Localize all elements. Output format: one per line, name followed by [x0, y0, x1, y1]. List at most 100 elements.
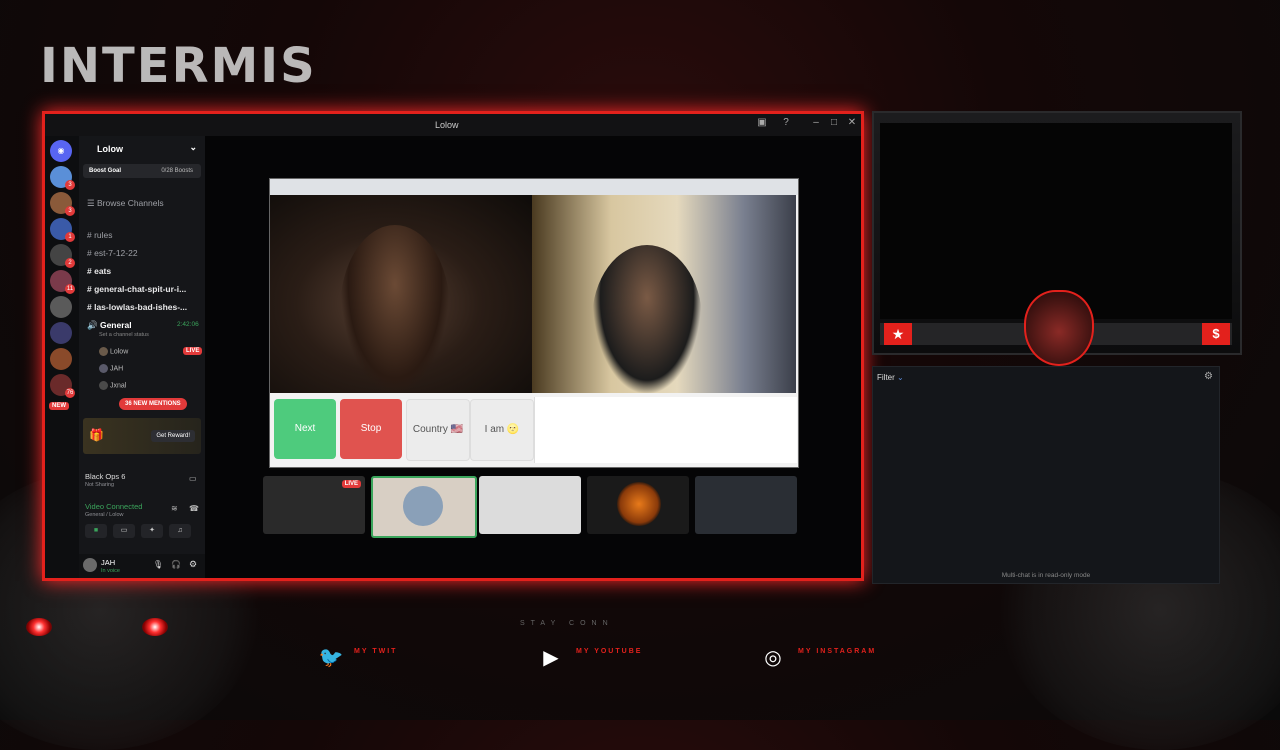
stay-connected-text: STAY CONN — [520, 620, 614, 627]
screen-share-button[interactable]: ▭ — [113, 524, 135, 538]
gift-icon: 🎁 — [89, 428, 104, 442]
server-header[interactable]: Lolow ⌄ — [79, 136, 205, 160]
channel-label: las-lowlas-bad-ishes-... — [94, 302, 188, 312]
star-icon: ★ — [884, 323, 912, 345]
close-icon[interactable]: ✕ — [845, 117, 859, 131]
voice-channel[interactable]: 🔊 General — [87, 320, 132, 331]
soundboard-button[interactable]: ♫ — [169, 524, 191, 538]
filter-dropdown[interactable]: Filter ⌄ — [877, 373, 904, 382]
gear-icon[interactable]: ⚙ — [1204, 371, 1213, 382]
stream-thumbnail[interactable] — [695, 476, 797, 534]
avatar — [403, 486, 443, 526]
server-icon[interactable] — [50, 296, 72, 318]
channel-item[interactable]: # las-lowlas-bad-ishes-... — [87, 302, 187, 312]
channel-label: rules — [94, 230, 113, 240]
social-label: MY TWIT — [354, 648, 398, 655]
person-silhouette — [340, 225, 450, 393]
channel-status-hint[interactable]: Set a channel status — [99, 332, 149, 338]
discord-home-icon[interactable]: ◉ — [50, 140, 72, 162]
boost-goal-bar[interactable]: Boost Goal 0/28 Boosts — [83, 164, 201, 178]
screen-share-icon[interactable]: ▭ — [189, 474, 197, 483]
channel-item[interactable]: # general-chat-spit-ur-i... — [87, 284, 186, 294]
server-icon[interactable]: 3 — [50, 192, 75, 216]
new-mentions-pill[interactable]: 36 NEW MENTIONS — [119, 398, 187, 410]
channel-sidebar: Lolow ⌄ Boost Goal 0/28 Boosts ☰ Browse … — [79, 136, 205, 578]
inbox-icon[interactable]: ▣ — [755, 117, 769, 131]
chevron-down-icon: ⌄ — [897, 373, 904, 382]
voice-user[interactable]: Jxnal — [99, 381, 126, 390]
headset-icon[interactable]: 🎧 — [171, 560, 181, 569]
channel-item[interactable]: # eats — [87, 266, 111, 276]
social-label: MY YOUTUBE — [576, 648, 643, 655]
connection-status: Video Connected — [85, 502, 143, 511]
gender-button[interactable]: I am 🌝 — [470, 399, 534, 461]
server-name: Lolow — [97, 144, 123, 154]
window-title: Lolow — [435, 120, 459, 130]
chevron-down-icon[interactable]: ⌄ — [189, 142, 197, 153]
get-reward-button[interactable]: Get Reward! — [151, 430, 195, 442]
video-feed-left — [270, 195, 532, 393]
window-titlebar: Lolow ▣ ? – □ ✕ — [45, 114, 861, 136]
speaker-icon: 🔊 — [87, 320, 100, 330]
activity-sub: Not Sharing — [85, 482, 115, 488]
voice-user-name: JAH — [109, 365, 124, 373]
avatar — [99, 364, 108, 373]
channel-item[interactable]: # rules — [87, 230, 113, 240]
stream-thumbnail[interactable]: LIVE — [263, 476, 365, 534]
browse-channels[interactable]: ☰ Browse Channels — [87, 198, 164, 209]
wolf-eye-right — [142, 618, 168, 636]
stop-button[interactable]: Stop — [340, 399, 402, 459]
country-button[interactable]: Country 🇺🇸 — [406, 399, 470, 461]
wolf-eye-left — [26, 618, 52, 636]
channel-label: eats — [94, 266, 112, 276]
channel-item[interactable]: # est-7-12-22 — [87, 248, 138, 258]
server-icon[interactable] — [50, 322, 72, 344]
server-icon[interactable] — [50, 348, 72, 370]
voice-user[interactable]: Lolow — [99, 347, 128, 356]
microphone-icon[interactable]: 🎙 — [153, 560, 163, 569]
reward-banner: 🎁 Get Reward! — [83, 418, 201, 454]
user-status: In voice — [101, 568, 120, 574]
overlay-title: INTERMIS — [40, 38, 317, 94]
voice-user-name: Jxnal — [109, 382, 127, 390]
stream-view: Next Stop Country 🇺🇸 I am 🌝 LIVE — [205, 136, 861, 578]
stream-thumbnail[interactable] — [479, 476, 581, 534]
text-chat-area[interactable] — [534, 397, 797, 463]
server-icon[interactable]: 76 — [50, 374, 75, 398]
multi-chat-panel: Filter ⌄ ⚙ Multi-chat is in read-only mo… — [872, 366, 1220, 584]
video-feed-right — [532, 195, 796, 393]
help-icon[interactable]: ? — [779, 117, 793, 131]
voice-user[interactable]: JAH — [99, 364, 123, 373]
dollar-icon: $ — [1202, 323, 1230, 345]
noise-suppression-icon[interactable]: ≋ — [171, 504, 178, 513]
server-icon[interactable]: 11 — [50, 270, 75, 294]
maximize-icon[interactable]: □ — [827, 117, 841, 131]
social-label: MY INSTAGRAM — [798, 648, 877, 655]
discord-window: Lolow ▣ ? – □ ✕ ◉ 3 3 1 2 11 76 NEW Lolo… — [42, 111, 864, 581]
server-icon[interactable]: 1 — [50, 218, 75, 242]
user-name: JAH — [101, 558, 116, 567]
live-badge: LIVE — [183, 347, 203, 355]
server-icon[interactable]: 3 — [50, 166, 75, 190]
stream-thumbnail[interactable] — [587, 476, 689, 534]
activity-title: Black Ops 6 — [85, 472, 126, 481]
person-silhouette — [592, 245, 702, 393]
gear-icon[interactable]: ⚙ — [189, 559, 197, 570]
channel-label: general-chat-spit-ur-i... — [94, 284, 187, 294]
voice-timer: 2:42:06 — [177, 321, 199, 328]
boost-count: 0/28 Boosts — [161, 168, 193, 174]
stream-thumbnail[interactable] — [371, 476, 477, 538]
disconnect-icon[interactable]: ☎ — [189, 504, 199, 513]
next-button[interactable]: Next — [274, 399, 336, 459]
minimize-icon[interactable]: – — [809, 117, 823, 131]
camera-button[interactable]: ■ — [85, 524, 107, 538]
avatar — [99, 347, 108, 356]
avatar[interactable] — [83, 558, 97, 572]
avatar — [99, 381, 108, 390]
activities-button[interactable]: ✦ — [141, 524, 163, 538]
browse-channels-label: Browse Channels — [96, 198, 164, 208]
server-icon[interactable]: 2 — [50, 244, 75, 268]
list-icon: ☰ — [87, 198, 97, 208]
voice-user-name: Lolow — [109, 348, 129, 356]
boost-goal-label: Boost Goal — [89, 168, 122, 174]
